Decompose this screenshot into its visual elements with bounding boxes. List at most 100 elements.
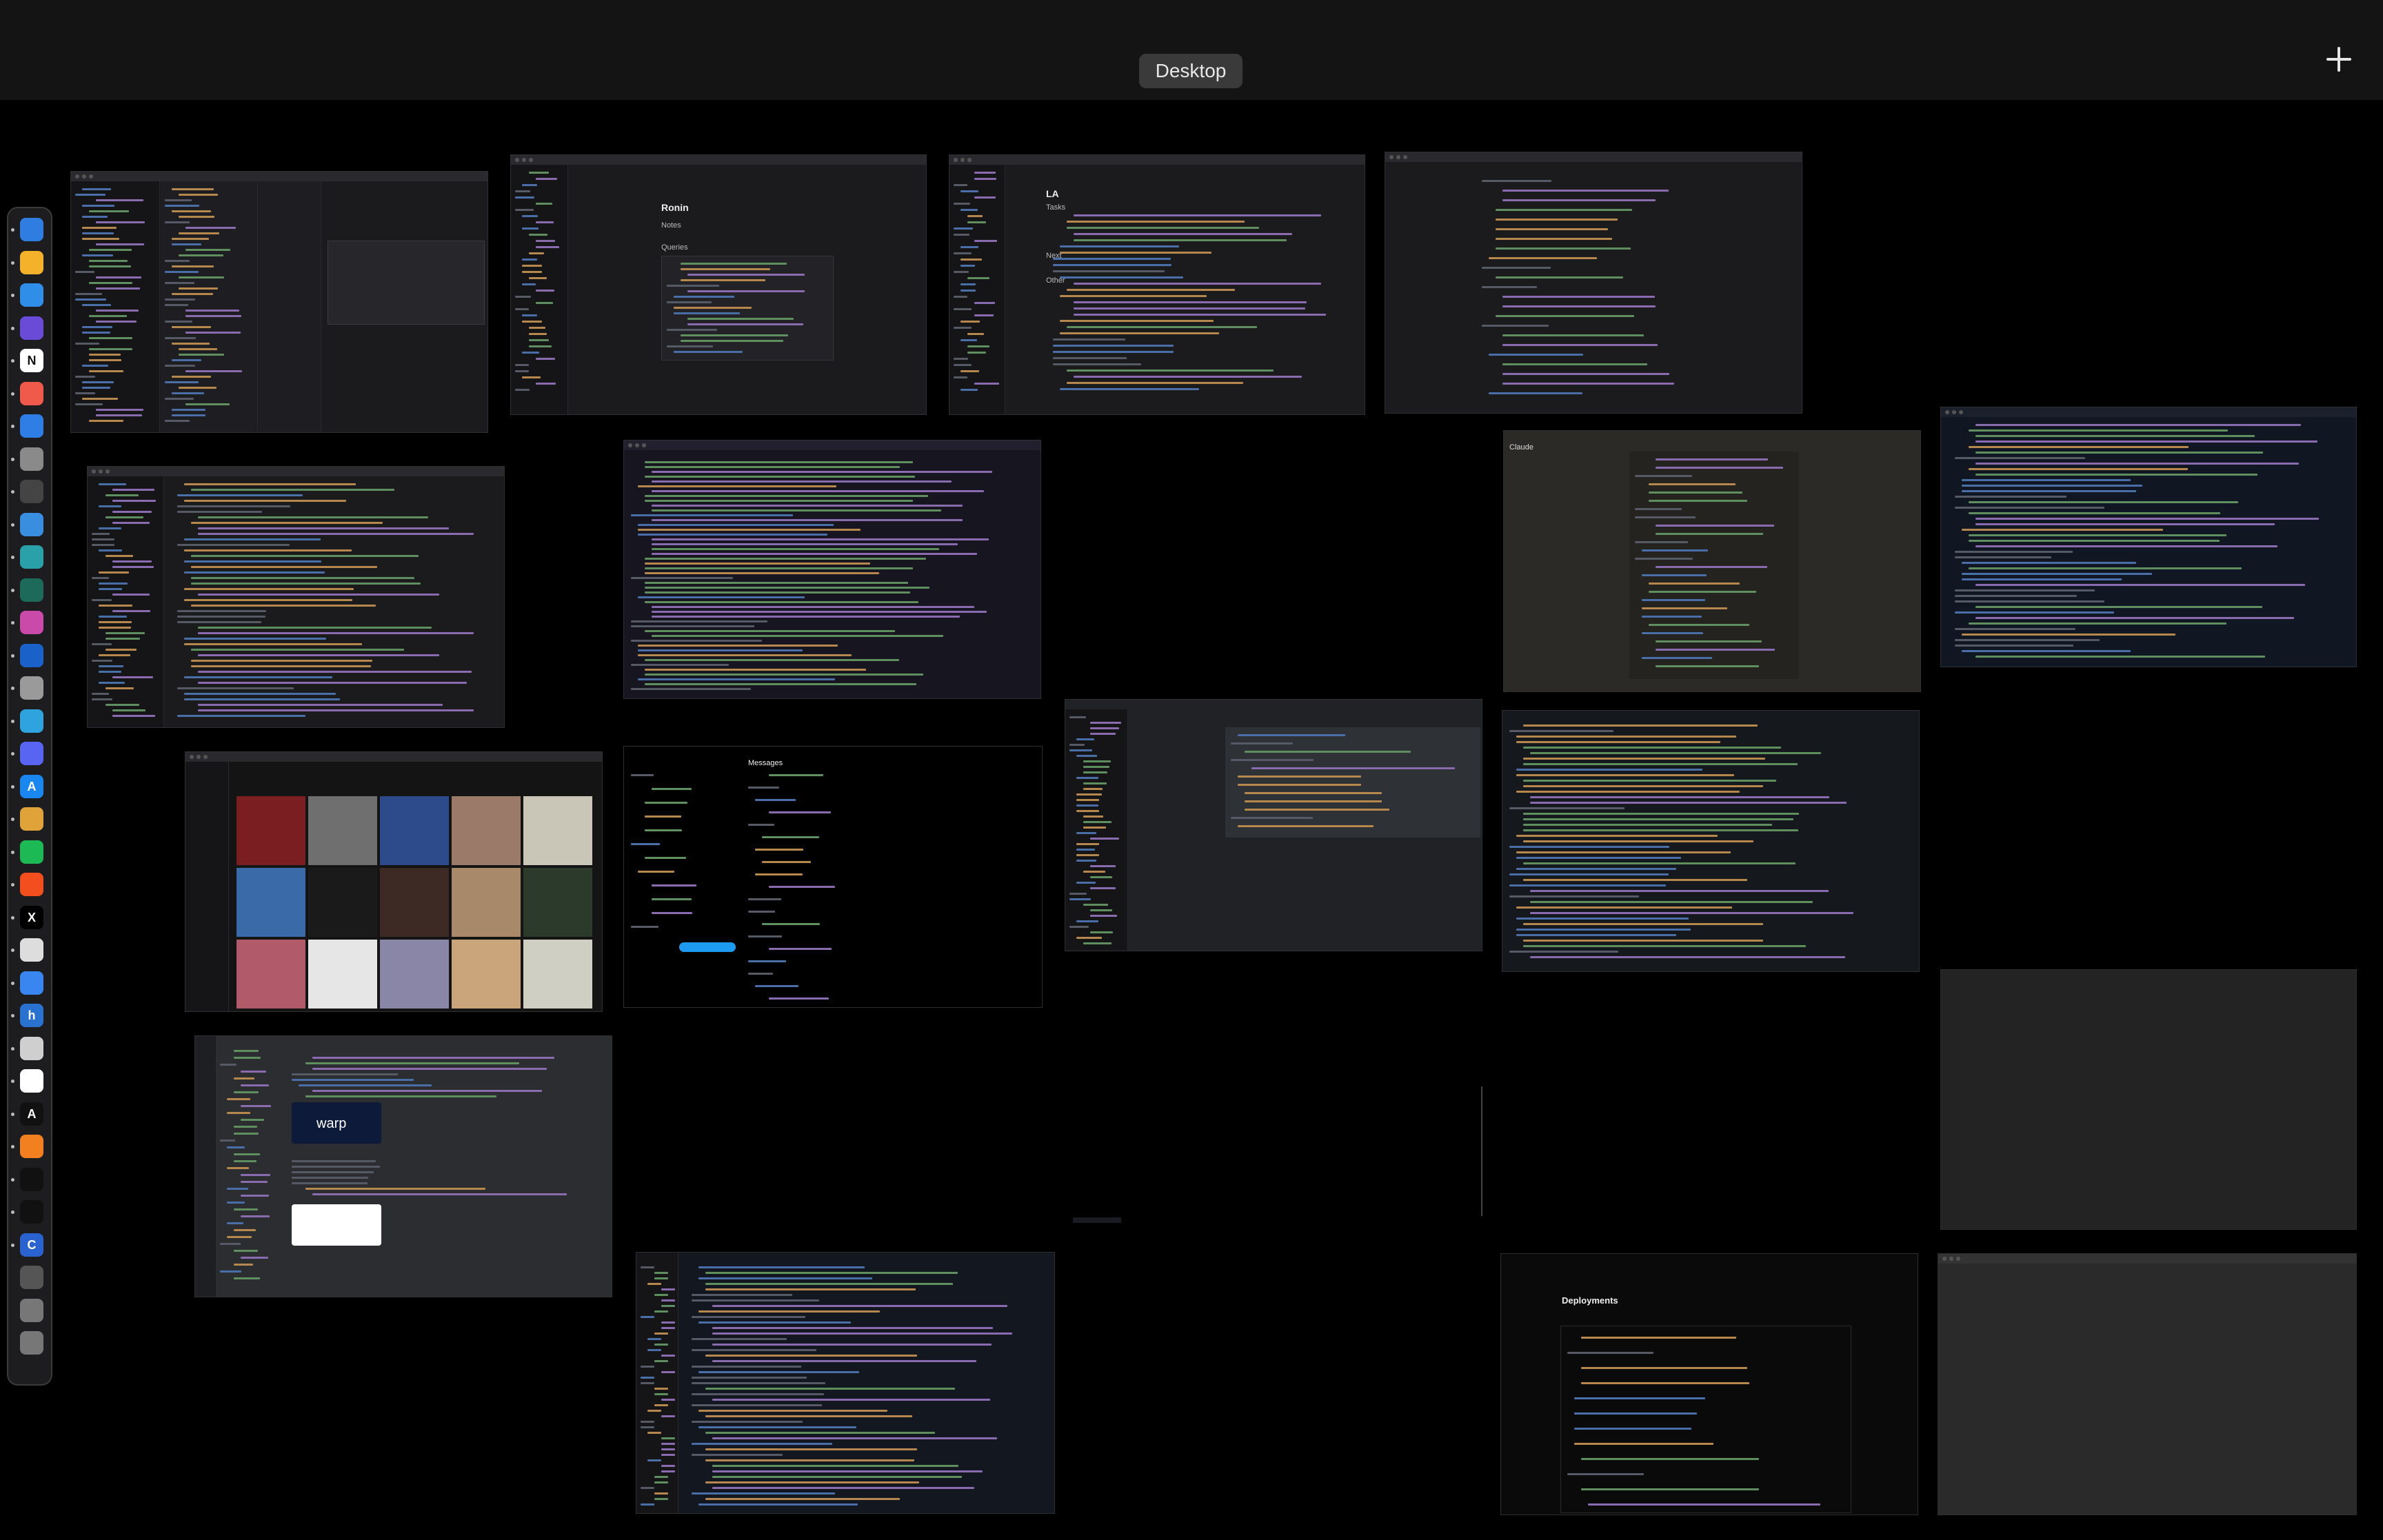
telegram-icon[interactable] xyxy=(20,709,43,733)
text-line xyxy=(654,1277,668,1279)
gallery-image[interactable] xyxy=(237,940,305,1009)
window-claude[interactable]: Claude xyxy=(1503,430,1921,692)
text-line xyxy=(661,1299,675,1301)
window-database-client[interactable] xyxy=(1065,699,1482,951)
text-line xyxy=(712,1487,974,1489)
text-line xyxy=(661,1355,675,1357)
text-line xyxy=(1076,804,1098,807)
text-line xyxy=(661,1454,675,1456)
gallery-image[interactable] xyxy=(380,868,449,937)
text-line xyxy=(769,811,831,813)
text-line xyxy=(220,1139,235,1142)
onepassword-icon[interactable] xyxy=(20,643,43,667)
window-image-gallery[interactable] xyxy=(185,751,603,1012)
gallery-image[interactable] xyxy=(380,940,449,1009)
gallery-image[interactable] xyxy=(237,868,305,937)
gallery-image[interactable] xyxy=(308,940,377,1009)
text-line xyxy=(82,227,117,229)
spotify-icon[interactable] xyxy=(20,840,43,864)
window-x-messages[interactable]: Messages xyxy=(623,746,1043,1008)
text-line xyxy=(234,1229,256,1231)
text-line xyxy=(1969,512,2220,514)
app-pink-icon[interactable] xyxy=(20,611,43,634)
desktop-space-button[interactable]: Desktop xyxy=(1139,54,1243,88)
window-notes-ronin[interactable]: Ronin Notes Queries xyxy=(510,154,927,415)
gallery-image[interactable] xyxy=(308,868,377,937)
window-code-editor[interactable] xyxy=(87,466,505,728)
gallery-image[interactable] xyxy=(523,796,592,865)
text-line xyxy=(1955,628,2075,630)
x-icon[interactable]: X xyxy=(20,905,43,929)
chrome-icon[interactable] xyxy=(20,971,43,995)
tiny-window-thumbnail[interactable] xyxy=(1073,1217,1121,1223)
window-notes-la[interactable]: LA Tasks Next Other xyxy=(949,154,1365,415)
running-indicator xyxy=(11,425,14,428)
vercel-icon[interactable] xyxy=(20,1200,43,1224)
notion-icon[interactable]: N xyxy=(20,349,43,372)
gallery-image[interactable] xyxy=(380,796,449,865)
text-line xyxy=(112,560,152,563)
phone-mirroring-icon[interactable] xyxy=(20,1298,43,1322)
app-box-icon[interactable] xyxy=(20,480,43,503)
app-store-icon[interactable]: A xyxy=(20,774,43,798)
window-code-editor[interactable] xyxy=(636,1252,1055,1514)
window-browser-blank[interactable] xyxy=(1938,1253,2357,1515)
gallery-image[interactable] xyxy=(523,940,592,1009)
app-violet-icon[interactable] xyxy=(20,316,43,340)
window-terminal[interactable] xyxy=(623,440,1041,699)
post-button[interactable] xyxy=(679,942,736,952)
calendar-icon[interactable] xyxy=(20,381,43,405)
chatgpt-icon[interactable] xyxy=(20,1069,43,1093)
window-chat[interactable] xyxy=(1385,152,1802,414)
app-h-icon[interactable]: h xyxy=(20,1004,43,1027)
app-white-icon[interactable] xyxy=(20,938,43,962)
running-indicator xyxy=(11,915,14,920)
app-yellow-icon[interactable] xyxy=(20,250,43,274)
text-line xyxy=(241,1215,270,1217)
window-discord[interactable]: warp xyxy=(194,1035,612,1297)
discord-icon[interactable] xyxy=(20,742,43,765)
gallery-image[interactable] xyxy=(523,868,592,937)
gallery-image[interactable] xyxy=(452,868,521,937)
gallery-image[interactable] xyxy=(237,796,305,865)
preview-icon[interactable] xyxy=(20,676,43,700)
safari-icon[interactable] xyxy=(20,283,43,307)
text-line xyxy=(638,534,827,536)
downloads-stack-icon[interactable] xyxy=(20,1266,43,1289)
text-line xyxy=(234,1264,253,1266)
text-line xyxy=(638,649,803,651)
app-light-icon[interactable] xyxy=(20,1036,43,1060)
text-line xyxy=(961,190,978,192)
slack-icon[interactable] xyxy=(20,807,43,831)
add-space-icon[interactable] xyxy=(2322,43,2355,76)
text-line xyxy=(654,1344,668,1346)
gallery-image[interactable] xyxy=(308,796,377,865)
text-line xyxy=(1238,776,1361,778)
window-file-manager[interactable] xyxy=(70,171,488,433)
text-line xyxy=(1502,334,1644,336)
tasks-icon[interactable] xyxy=(20,414,43,438)
app-circle-icon[interactable] xyxy=(20,1167,43,1191)
window-blank[interactable] xyxy=(1940,969,2357,1230)
finder-icon[interactable] xyxy=(20,218,43,241)
gallery-image[interactable] xyxy=(452,940,521,1009)
cloudflare-icon[interactable] xyxy=(20,1135,43,1158)
text-line xyxy=(961,321,980,323)
text-line xyxy=(652,548,939,550)
terminal-icon[interactable] xyxy=(20,578,43,602)
app-c-icon[interactable]: C xyxy=(20,1233,43,1257)
gallery-image[interactable] xyxy=(452,796,521,865)
app-teal-icon[interactable] xyxy=(20,545,43,569)
text-line xyxy=(1962,578,2122,580)
window-vercel-deployments[interactable]: Deployments xyxy=(1500,1253,1918,1515)
app-blue-icon[interactable] xyxy=(20,512,43,536)
window-code-editor[interactable] xyxy=(1502,710,1920,972)
window-json-editor[interactable] xyxy=(1940,407,2357,667)
figma-icon[interactable] xyxy=(20,873,43,896)
text-line xyxy=(1067,289,1235,291)
text-line xyxy=(1053,258,1171,260)
app-gray-icon[interactable] xyxy=(20,447,43,471)
trash-icon[interactable] xyxy=(20,1331,43,1355)
anthropic-icon[interactable]: A xyxy=(20,1102,43,1126)
text-line xyxy=(99,483,126,485)
